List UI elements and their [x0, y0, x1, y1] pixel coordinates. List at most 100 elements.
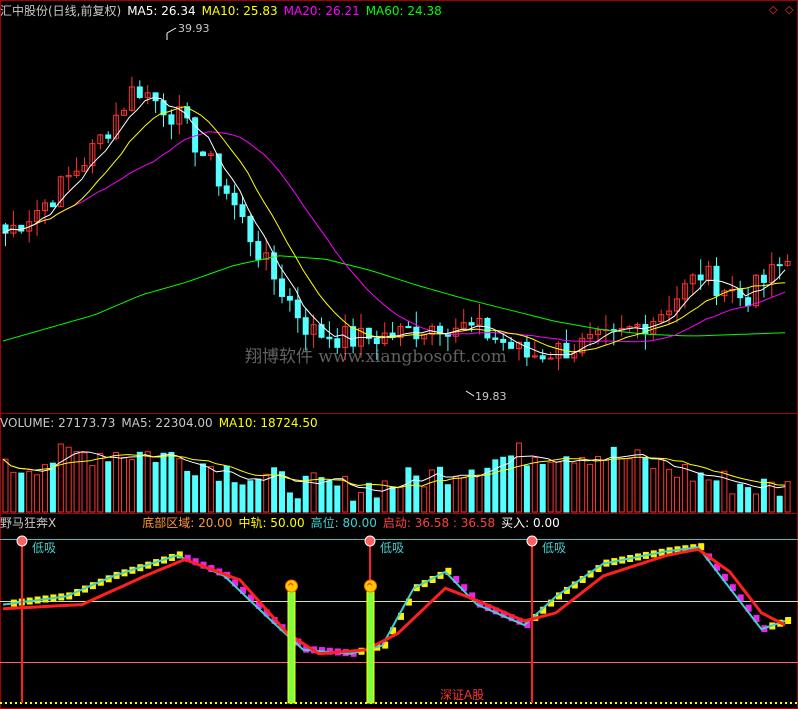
candle	[65, 166, 72, 191]
candle	[144, 85, 151, 105]
start-legend: 启动: 36.58 : 36.58	[382, 516, 496, 530]
volume-bar	[121, 456, 127, 513]
candle	[128, 76, 135, 112]
buy-signal-label: 低吸	[542, 541, 566, 555]
candle	[136, 80, 143, 100]
volume-bars	[2, 442, 791, 513]
watermark: 翔博软件 www.xiangbosoft.com	[245, 347, 507, 367]
candle	[658, 309, 665, 325]
volume-bar	[745, 487, 752, 513]
price-legend: 汇中股份(日线,前复权) MA5: 26.34 MA10: 25.83 MA20: 2…	[0, 4, 448, 18]
market-footer-label: 深证A股	[440, 688, 484, 702]
candle	[429, 323, 436, 346]
start-signal-2[interactable]: ^	[364, 579, 377, 704]
volume-bar	[294, 498, 301, 513]
high-price-label: 39.93	[178, 22, 210, 35]
candle	[200, 150, 206, 157]
candle	[555, 341, 562, 371]
volume-bar	[326, 480, 333, 513]
volume-bar	[310, 472, 317, 513]
low-marker: 19.83	[465, 390, 507, 403]
chart-stage: ◇ ◇ 39.93 19.83 翔博软件 www.xiangbosoft.com…	[0, 0, 798, 709]
low-price-label: 19.83	[475, 390, 507, 403]
volume-bar	[760, 478, 767, 513]
candle	[105, 131, 112, 144]
volume-bar	[405, 467, 412, 513]
volume-bar	[26, 470, 33, 513]
volume-bar	[555, 461, 562, 513]
volume-bar	[729, 493, 736, 513]
candle	[460, 309, 467, 332]
volume-bar	[571, 462, 578, 513]
indicator-block	[785, 617, 792, 624]
volume-bar	[397, 487, 404, 513]
volume-bar	[531, 457, 538, 513]
volume-bar	[776, 495, 783, 513]
volume-bar	[579, 456, 586, 513]
volume-bar	[215, 480, 222, 513]
volume-bar	[34, 474, 41, 513]
volume-bar	[784, 481, 791, 513]
volume-value: VOLUME: 27173.73	[0, 416, 116, 430]
volume-bar	[595, 455, 601, 513]
volume-bar	[2, 458, 9, 513]
volume-bar	[618, 458, 625, 513]
candle	[326, 321, 333, 348]
volume-bar	[286, 492, 293, 513]
volume-bar	[508, 455, 515, 513]
volume-bar	[666, 468, 673, 513]
buy-signal-label: 低吸	[32, 541, 56, 555]
candle	[737, 280, 744, 307]
volume-bar	[57, 443, 64, 513]
candle	[231, 184, 238, 220]
volume-bar	[350, 500, 357, 513]
volume-bar	[389, 486, 396, 513]
volume-bar	[626, 458, 633, 513]
candle	[413, 311, 420, 348]
volume-bar	[516, 442, 522, 513]
volume-bar	[650, 467, 657, 513]
candle	[89, 139, 96, 174]
volume-bar	[658, 459, 665, 513]
candle	[121, 107, 127, 116]
volume-bar	[160, 452, 167, 513]
svg-text:^: ^	[287, 582, 295, 593]
ma60-legend: MA60: 24.38	[365, 4, 442, 18]
volume-bar	[539, 464, 546, 513]
volume-bar	[452, 475, 459, 513]
candle	[539, 349, 546, 363]
candle	[113, 102, 120, 141]
volume-bar	[674, 476, 680, 513]
volume-bar	[144, 451, 151, 513]
price-candles	[2, 76, 791, 371]
buy-signal-3[interactable]: 低吸	[526, 535, 566, 703]
candle	[168, 109, 175, 140]
volume-bar	[413, 475, 420, 513]
volume-bar	[207, 466, 214, 513]
volume-bar	[563, 456, 570, 513]
candle	[223, 178, 230, 200]
volume-bar	[152, 462, 159, 513]
volume-bar	[444, 484, 451, 513]
volume-bar	[279, 471, 285, 513]
candle	[745, 287, 752, 313]
volume-bar	[184, 470, 191, 513]
candle	[160, 93, 167, 127]
candle	[760, 269, 767, 298]
volume-ma5-line	[2, 451, 786, 492]
candle	[176, 95, 183, 135]
candle	[365, 327, 372, 345]
volume-bar	[168, 451, 175, 513]
volume-bar	[128, 459, 135, 513]
candle	[547, 351, 554, 360]
volume-bar	[634, 449, 641, 513]
stock-name: 汇中股份(日线,前复权)	[0, 4, 122, 18]
volume-bar	[421, 486, 428, 513]
volume-bar	[587, 463, 594, 513]
buy-signal-1[interactable]: 低吸	[16, 535, 56, 703]
volume-bar	[97, 453, 104, 513]
signal-ball-icon	[364, 535, 376, 547]
volume-bar	[334, 485, 341, 513]
diamond-icon-right[interactable]: ◇	[785, 3, 794, 16]
diamond-icon-left[interactable]: ◇	[769, 3, 778, 16]
